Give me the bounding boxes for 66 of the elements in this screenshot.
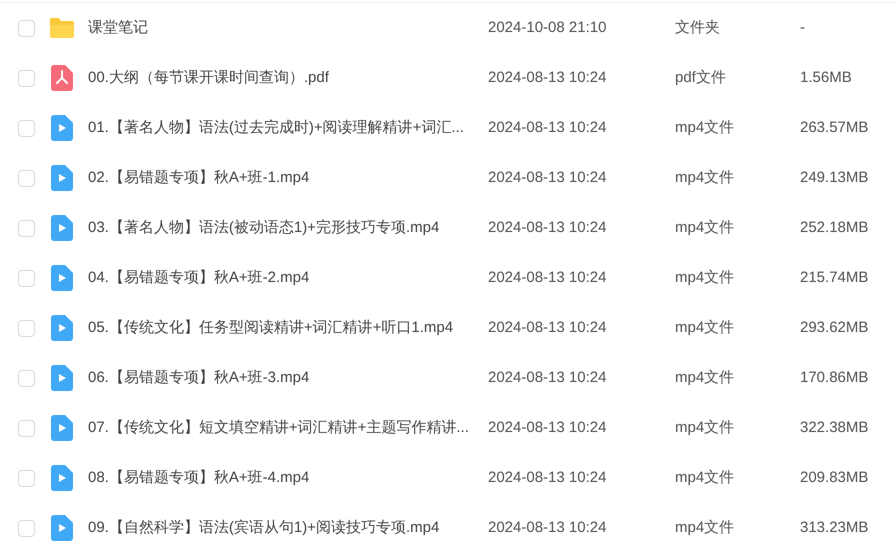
video-file-icon: [51, 315, 73, 341]
modified-date: 2024-08-13 10:24: [488, 418, 608, 438]
file-size: 1.56MB: [800, 68, 852, 88]
file-type: mp4文件: [675, 468, 736, 488]
file-type: mp4文件: [675, 318, 736, 338]
file-name[interactable]: 04.【易错题专项】秋A+班-2.mp4: [88, 266, 488, 290]
checkbox[interactable]: [18, 520, 35, 536]
file-name[interactable]: 07.【传统文化】短文填空精讲+词汇精讲+主题写作精讲...: [88, 416, 488, 440]
modified-date: 2024-08-13 10:24: [488, 68, 608, 88]
checkbox[interactable]: [18, 420, 35, 436]
file-size: 209.83MB: [800, 468, 868, 488]
file-name[interactable]: 08.【易错题专项】秋A+班-4.mp4: [88, 466, 488, 490]
file-size: 249.13MB: [800, 168, 868, 188]
modified-date: 2024-10-08 21:10: [488, 18, 608, 38]
modified-date: 2024-08-13 10:24: [488, 118, 608, 138]
file-type: pdf文件: [675, 68, 727, 88]
file-type: mp4文件: [675, 218, 736, 238]
file-size: 293.62MB: [800, 318, 868, 338]
modified-date: 2024-08-13 10:24: [488, 218, 608, 238]
pdf-icon: [51, 65, 73, 91]
file-name[interactable]: 06.【易错题专项】秋A+班-3.mp4: [88, 366, 488, 390]
modified-date: 2024-08-13 10:24: [488, 318, 608, 338]
checkbox[interactable]: [18, 470, 35, 486]
file-name[interactable]: 02.【易错题专项】秋A+班-1.mp4: [88, 166, 488, 190]
file-name[interactable]: 09.【自然科学】语法(宾语从句1)+阅读技巧专项.mp4: [88, 516, 488, 540]
modified-date: 2024-08-13 10:24: [488, 368, 608, 388]
checkbox[interactable]: [18, 170, 35, 186]
checkbox[interactable]: [18, 270, 35, 286]
file-size: -: [800, 18, 805, 38]
video-file-icon: [51, 115, 73, 141]
checkbox[interactable]: [18, 370, 35, 386]
file-type: mp4文件: [675, 118, 736, 138]
modified-date: 2024-08-13 10:24: [488, 518, 608, 538]
file-name[interactable]: 课堂笔记: [88, 16, 488, 40]
file-name[interactable]: 01.【著名人物】语法(过去完成时)+阅读理解精讲+词汇...: [88, 116, 488, 140]
video-file-icon: [51, 465, 73, 491]
file-type: mp4文件: [675, 268, 736, 288]
checkbox[interactable]: [18, 70, 35, 86]
video-file-icon: [51, 215, 73, 241]
modified-date: 2024-08-13 10:24: [488, 268, 608, 288]
file-size: 313.23MB: [800, 518, 868, 538]
file-name[interactable]: 05.【传统文化】任务型阅读精讲+词汇精讲+听口1.mp4: [88, 316, 488, 340]
file-size: 170.86MB: [800, 368, 868, 388]
video-file-icon: [51, 415, 73, 441]
file-size: 263.57MB: [800, 118, 868, 138]
checkbox[interactable]: [18, 320, 35, 336]
video-file-icon: [51, 365, 73, 391]
file-size: 252.18MB: [800, 218, 868, 238]
modified-date: 2024-08-13 10:24: [488, 468, 608, 488]
file-size: 322.38MB: [800, 418, 868, 438]
video-file-icon: [51, 515, 73, 541]
file-type: mp4文件: [675, 168, 736, 188]
file-size: 215.74MB: [800, 268, 868, 288]
video-file-icon: [51, 165, 73, 191]
modified-date: 2024-08-13 10:24: [488, 168, 608, 188]
file-type: 文件夹: [675, 18, 721, 38]
checkbox[interactable]: [18, 20, 35, 36]
video-file-icon: [51, 265, 73, 291]
checkbox[interactable]: [18, 120, 35, 136]
file-type: mp4文件: [675, 368, 736, 388]
file-name[interactable]: 03.【著名人物】语法(被动语态1)+完形技巧专项.mp4: [88, 216, 488, 240]
file-type: mp4文件: [675, 418, 736, 438]
file-type: mp4文件: [675, 518, 736, 538]
file-name[interactable]: 00.大纲（每节课开课时间查询）.pdf: [88, 66, 488, 90]
folder-icon: [49, 17, 75, 39]
checkbox[interactable]: [18, 220, 35, 236]
